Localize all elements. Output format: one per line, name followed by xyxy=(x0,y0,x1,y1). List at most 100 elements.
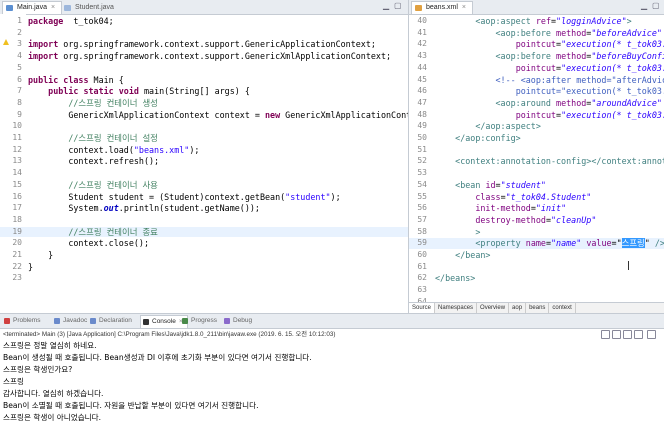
code-line[interactable]: 63 xyxy=(409,285,664,296)
minimize-icon[interactable]: ▁ xyxy=(641,1,647,10)
code-line[interactable]: 44 pointcut="execution(* t_tok03.It xyxy=(409,63,664,74)
code-line[interactable]: 47 <aop:around method="aroundAdvice" xyxy=(409,98,664,109)
code-line[interactable]: 22} xyxy=(0,262,408,273)
code-line[interactable]: 46 pointcut="execution(* t_tok03.*T xyxy=(409,86,664,97)
remove-launch-icon[interactable] xyxy=(612,330,621,339)
code-line[interactable]: 9 GenericXmlApplicationContext context =… xyxy=(0,110,408,121)
clear-console-icon[interactable] xyxy=(623,330,632,339)
progress-icon xyxy=(182,318,188,324)
code-line[interactable]: 3 import org.springframework.context.supp… xyxy=(0,39,408,50)
code-line[interactable]: 43 <aop:before method="beforeBuyConfirm xyxy=(409,51,664,62)
tab-beans-xml[interactable]: beans.xml × xyxy=(411,1,473,14)
tab-source[interactable]: Source xyxy=(409,303,436,313)
tab-context[interactable]: context xyxy=(549,303,576,313)
code-token: "cleanUp" xyxy=(550,214,597,225)
pin-console-icon[interactable] xyxy=(634,330,643,339)
code-line[interactable]: 40 <aop:aspect ref="logginAdvice"> xyxy=(409,16,664,27)
code-line[interactable]: 53 xyxy=(409,168,664,179)
terminate-icon[interactable] xyxy=(601,330,610,339)
maximize-icon[interactable]: ▢ xyxy=(652,1,660,10)
code-line[interactable]: 1 package t_tok04; xyxy=(0,16,408,27)
code-line[interactable]: 45 <!-- <aop:after method="afterAdvice" xyxy=(409,75,664,86)
line-number: 15 xyxy=(12,179,22,189)
code-line[interactable]: 10 xyxy=(0,121,408,132)
code-line[interactable]: 16 Student student = (Student)context.ge… xyxy=(0,192,408,203)
right-editor-tabbar: beans.xml × ▁ ▢ xyxy=(409,0,664,15)
code-line[interactable]: 55 class="t_tok04.Student" xyxy=(409,192,664,203)
code-token: pointcut xyxy=(515,109,557,120)
code-line[interactable]: 60 </bean> xyxy=(409,250,664,261)
code-line[interactable]: 19 //스프링 컨테이너 종료 xyxy=(0,226,408,238)
line-number: 42 xyxy=(417,39,427,49)
line-number: 62 xyxy=(417,273,427,283)
tab-student-java[interactable]: Student.java xyxy=(60,1,121,14)
code-text: <aop:before method="beforeAdvice" xyxy=(435,28,662,39)
code-line[interactable]: 50 </aop:config> xyxy=(409,133,664,144)
code-text: </aop:aspect> xyxy=(435,121,541,132)
tab-progress[interactable]: Progress xyxy=(180,315,217,327)
code-line[interactable]: 59 <property name="name" value="스프링" /> xyxy=(409,238,664,250)
code-token: package xyxy=(28,16,64,26)
code-line[interactable]: 15 //스프링 컨테이너 사용 xyxy=(0,180,408,191)
left-code-area[interactable]: 1 package t_tok04; 2 3 import org.springfram… xyxy=(0,14,408,313)
tab-overview[interactable]: Overview xyxy=(477,303,510,313)
code-line[interactable]: 61 xyxy=(409,262,664,273)
close-icon[interactable]: × xyxy=(462,4,466,11)
code-text: import org.springframework.context.suppo… xyxy=(28,51,391,62)
right-code-area[interactable]: 40 <aop:aspect ref="logginAdvice"> 41 <ao… xyxy=(409,14,664,313)
code-token: context.close(); xyxy=(28,238,150,249)
code-line[interactable]: 20 context.close(); xyxy=(0,238,408,249)
tab-label: Debug xyxy=(233,317,253,324)
code-line[interactable]: 13 context.refresh(); xyxy=(0,156,408,167)
console-line: 스프링 xyxy=(3,377,24,386)
tab-namespaces[interactable]: Namespaces xyxy=(435,303,478,313)
code-line[interactable]: 12 context.load("beans.xml"); xyxy=(0,145,408,156)
code-line[interactable]: 17 System.out.println(student.getName())… xyxy=(0,203,408,214)
code-token: //스프링 컨테이너 사용 xyxy=(68,179,158,190)
maximize-icon[interactable]: ▢ xyxy=(394,1,402,10)
code-text: System.out.println(student.getName()); xyxy=(28,203,260,214)
code-line[interactable]: 5 xyxy=(0,63,408,74)
code-line[interactable]: 11 //스프링 컨테이너 설정 xyxy=(0,133,408,144)
line-number: 3 xyxy=(17,39,22,49)
code-line[interactable]: 58 > xyxy=(409,227,664,238)
code-line[interactable]: 52 <context:annotation-config></context:… xyxy=(409,156,664,167)
code-line[interactable]: 7 public static void main(String[] args)… xyxy=(0,86,408,97)
code-line[interactable]: 18 xyxy=(0,215,408,226)
code-token: context.load( xyxy=(28,144,134,155)
code-token: public class xyxy=(28,74,89,85)
code-line[interactable]: 14 xyxy=(0,168,408,179)
tab-aop[interactable]: aop xyxy=(509,303,527,313)
code-line[interactable]: 56 init-method="init" xyxy=(409,203,664,214)
code-line[interactable]: 49 </aop:aspect> xyxy=(409,121,664,132)
code-line[interactable]: 41 <aop:before method="beforeAdvice" xyxy=(409,28,664,39)
minimize-icon[interactable]: ▁ xyxy=(383,1,389,10)
code-line[interactable]: 2 xyxy=(0,28,408,39)
tab-declaration[interactable]: Declaration xyxy=(88,315,132,327)
code-line[interactable]: 8 //스프링 컨테이너 생성 xyxy=(0,98,408,109)
code-line[interactable]: 54 <bean id="student" xyxy=(409,180,664,191)
code-line[interactable]: 23 xyxy=(0,273,408,284)
code-line[interactable]: 48 pointcut="execution(* t_tok03.*T xyxy=(409,110,664,121)
console-line: 스프링은 정말 열심히 하네요. xyxy=(3,341,97,350)
code-text: <context:annotation-config></context:ann… xyxy=(435,156,664,167)
code-line[interactable]: 4 import org.springframework.context.supp… xyxy=(0,51,408,62)
code-line[interactable]: 62 </beans> xyxy=(409,273,664,284)
code-line[interactable]: 21 } xyxy=(0,250,408,261)
code-token: ref xyxy=(535,16,551,26)
tab-main-java[interactable]: Main.java × xyxy=(2,1,63,14)
code-text: <property name="name" value="스프링" /> xyxy=(435,238,664,249)
tab-javadoc[interactable]: Javadoc xyxy=(52,315,87,327)
close-icon[interactable]: × xyxy=(51,4,55,11)
code-line[interactable]: 6 public class Main { xyxy=(0,75,408,86)
code-line[interactable]: 51 xyxy=(409,145,664,156)
tab-problems[interactable]: Problems xyxy=(2,315,40,327)
code-line[interactable]: 57 destroy-method="cleanUp" xyxy=(409,215,664,226)
tab-debug[interactable]: Debug xyxy=(222,315,252,327)
view-menu-icon[interactable] xyxy=(647,330,656,339)
tab-beans[interactable]: beans xyxy=(526,303,550,313)
code-line[interactable]: 42 pointcut="execution(* t_tok03.It xyxy=(409,39,664,50)
